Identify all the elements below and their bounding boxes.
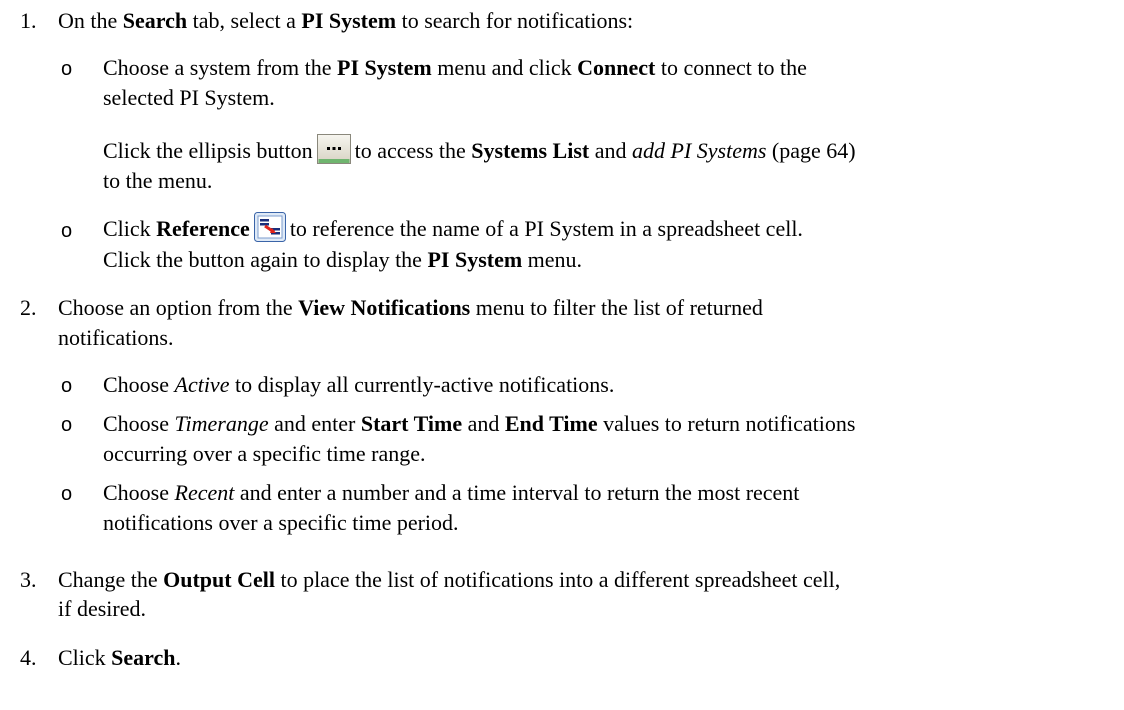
- reference-line-1: Click Reference to reference the name of …: [103, 212, 803, 249]
- step-2-line-1: Choose an option from the View Notificat…: [58, 295, 763, 320]
- step-number-4: 4.: [20, 645, 37, 670]
- reference-line-2: Click the button again to display the PI…: [103, 247, 583, 272]
- step-1-text: On the Search tab, select a PI System to…: [58, 8, 634, 33]
- ellipsis-paragraph-line-1: Click the ellipsis button to access the S…: [103, 134, 856, 171]
- ellipsis-button-icon: [316, 134, 351, 171]
- step-2-bullet-timerange-line-1: Choose Timerange and enter Start Time an…: [103, 411, 856, 436]
- step-1-bullet-1-line-1: Choose a system from the PI System menu …: [103, 55, 807, 80]
- step-3-line-1: Change the Output Cell to place the list…: [58, 567, 841, 592]
- step-number-2: 2.: [20, 295, 37, 320]
- bullet-2-1: o: [61, 375, 73, 397]
- bullet-2-2: o: [61, 414, 73, 436]
- reference-icon: [253, 212, 286, 249]
- step-4-text: Click Search.: [58, 645, 182, 670]
- step-2-bullet-active: Choose Active to display all currently-a…: [103, 372, 615, 397]
- step-2-line-2: notifications.: [58, 325, 174, 350]
- bullet-1-1: o: [61, 58, 73, 80]
- step-2-bullet-recent-line-1: Choose Recent and enter a number and a t…: [103, 480, 800, 505]
- step-1-bullet-1-line-2: selected PI System.: [103, 85, 275, 110]
- bullet-1-2: o: [61, 220, 73, 242]
- step-number-3: 3.: [20, 567, 37, 592]
- step-2-bullet-recent-line-2: notifications over a specific time perio…: [103, 510, 459, 535]
- step-number-1: 1.: [20, 8, 37, 33]
- bullet-2-3: o: [61, 483, 73, 505]
- ellipsis-paragraph-line-2: to the menu.: [103, 168, 213, 193]
- step-2-bullet-timerange-line-2: occurring over a specific time range.: [103, 441, 426, 466]
- step-3-line-2: if desired.: [58, 596, 146, 621]
